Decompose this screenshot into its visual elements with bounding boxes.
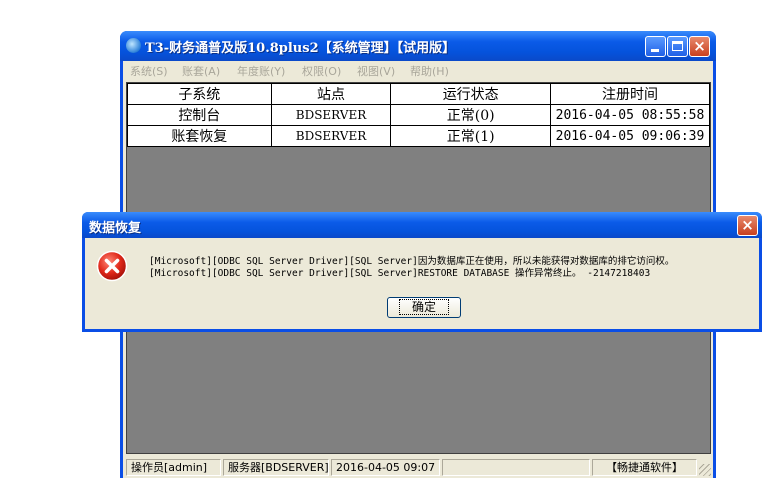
menu-system[interactable]: 系统(S) <box>130 63 168 79</box>
cell-status: 正常(0) <box>390 104 551 126</box>
status-operator: 操作员[admin] <box>126 459 221 476</box>
cell-subsystem: 账套恢复 <box>127 125 272 147</box>
column-header-register-time[interactable]: 注册时间 <box>549 83 711 105</box>
dialog-title-bar[interactable]: 数据恢复 × <box>82 212 762 238</box>
error-message-line: [Microsoft][ODBC SQL Server Driver][SQL … <box>149 268 651 279</box>
dialog-body: [Microsoft][ODBC SQL Server Driver][SQL … <box>85 238 759 329</box>
cell-register-time: 2016-04-05 08:55:58 <box>549 104 711 126</box>
cell-status: 正常(1) <box>390 125 551 147</box>
menu-permission[interactable]: 权限(O) <box>302 63 341 79</box>
error-icon <box>96 250 128 282</box>
table-row[interactable]: 控制台 BDSERVER 正常(0) 2016-04-05 08:55:58 <box>127 104 711 126</box>
column-header-status[interactable]: 运行状态 <box>390 83 551 105</box>
ok-button[interactable]: 确定 <box>387 297 461 318</box>
subsystem-table: 子系统 站点 运行状态 注册时间 控制台 BDSERVER 正常(0) 2016… <box>127 83 711 147</box>
title-bar[interactable]: T3-财务通普及版10.8plus2【系统管理】【试用版】 × <box>120 31 716 61</box>
dialog-close-button[interactable]: × <box>737 215 758 236</box>
close-icon: × <box>693 37 706 55</box>
cell-subsystem: 控制台 <box>127 104 272 126</box>
close-button[interactable]: × <box>689 36 710 57</box>
status-server: 服务器[BDSERVER] <box>223 459 329 476</box>
column-header-site[interactable]: 站点 <box>270 83 392 105</box>
status-bar: 操作员[admin] 服务器[BDSERVER] 2016-04-05 09:0… <box>123 456 713 478</box>
menu-view[interactable]: 视图(V) <box>357 63 395 79</box>
cell-register-time: 2016-04-05 09:06:39 <box>549 125 711 147</box>
window-title: T3-财务通普及版10.8plus2【系统管理】【试用版】 <box>145 41 456 56</box>
minimize-button[interactable] <box>645 36 666 57</box>
error-message-line: [Microsoft][ODBC SQL Server Driver][SQL … <box>149 256 675 267</box>
resize-grip-icon[interactable] <box>699 464 711 476</box>
maximize-button[interactable] <box>667 36 688 57</box>
menu-account[interactable]: 账套(A) <box>182 63 220 79</box>
column-header-subsystem[interactable]: 子系统 <box>127 83 272 105</box>
status-blank <box>442 459 590 476</box>
error-message: [Microsoft][ODBC SQL Server Driver][SQL … <box>149 256 674 280</box>
close-icon: × <box>741 216 754 234</box>
restore-error-dialog: 数据恢复 × [Microsoft][ODBC SQL Server Drive… <box>82 212 762 332</box>
menu-bar: 系统(S) 账套(A) 年度账(Y) 权限(O) 视图(V) 帮助(H) <box>123 61 713 80</box>
menu-year-account[interactable]: 年度账(Y) <box>237 63 285 79</box>
table-header-row: 子系统 站点 运行状态 注册时间 <box>127 83 711 105</box>
dialog-title: 数据恢复 <box>89 221 142 236</box>
menu-help[interactable]: 帮助(H) <box>410 63 449 79</box>
app-icon <box>126 38 141 53</box>
ok-button-label: 确定 <box>398 299 449 315</box>
cell-site: BDSERVER <box>270 125 392 147</box>
cell-site: BDSERVER <box>270 104 392 126</box>
status-company: 【畅捷通软件】 <box>592 459 697 476</box>
table-row[interactable]: 账套恢复 BDSERVER 正常(1) 2016-04-05 09:06:39 <box>127 125 711 147</box>
minimize-icon <box>651 49 659 52</box>
maximize-icon <box>672 41 683 51</box>
status-datetime: 2016-04-05 09:07 <box>331 459 440 476</box>
